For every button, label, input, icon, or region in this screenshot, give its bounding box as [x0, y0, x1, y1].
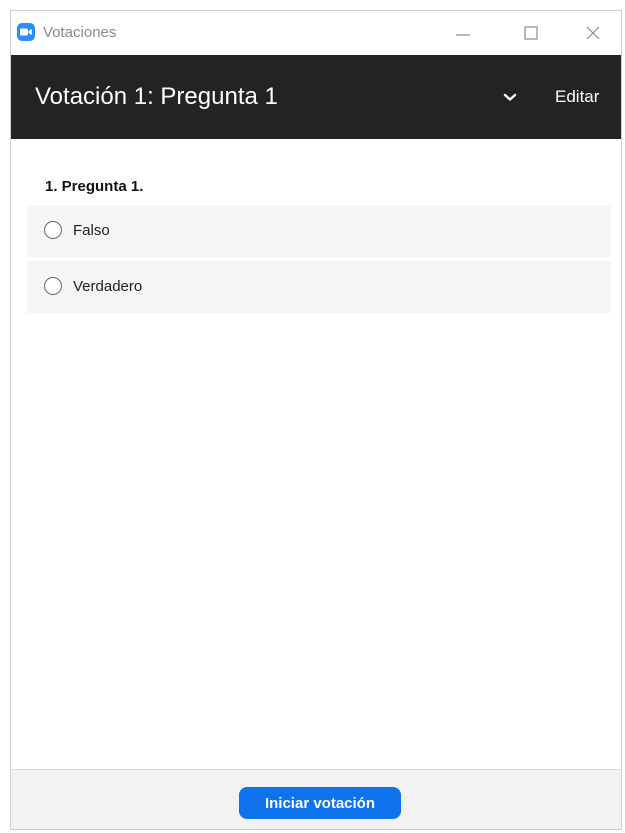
zoom-app-icon	[17, 23, 35, 41]
option-label: Falso	[73, 222, 110, 239]
option-label: Verdadero	[73, 278, 143, 295]
start-poll-button[interactable]: Iniciar votación	[239, 787, 401, 819]
close-icon	[586, 26, 600, 40]
minimize-button[interactable]	[443, 19, 483, 47]
polls-window: Votaciones Votación 1: Pregunta 1 Editar	[10, 10, 622, 830]
radio-button[interactable]	[44, 221, 62, 239]
title-bar: Votaciones	[11, 11, 621, 55]
maximize-icon	[524, 26, 538, 40]
option-falso[interactable]: Falso	[27, 205, 611, 257]
minimize-icon	[456, 34, 470, 36]
close-button[interactable]	[573, 19, 613, 47]
poll-header: Votación 1: Pregunta 1 Editar	[11, 55, 621, 139]
option-verdadero[interactable]: Verdadero	[27, 261, 611, 313]
window-title: Votaciones	[43, 24, 117, 41]
radio-button[interactable]	[44, 277, 62, 295]
chevron-down-icon	[503, 93, 517, 101]
poll-menu-button[interactable]	[499, 85, 521, 109]
edit-link[interactable]: Editar	[555, 86, 599, 108]
question-title: 1. Pregunta 1.	[45, 178, 144, 195]
poll-title: Votación 1: Pregunta 1	[35, 83, 278, 110]
maximize-button[interactable]	[511, 19, 551, 47]
footer-bar: Iniciar votación	[11, 769, 621, 829]
